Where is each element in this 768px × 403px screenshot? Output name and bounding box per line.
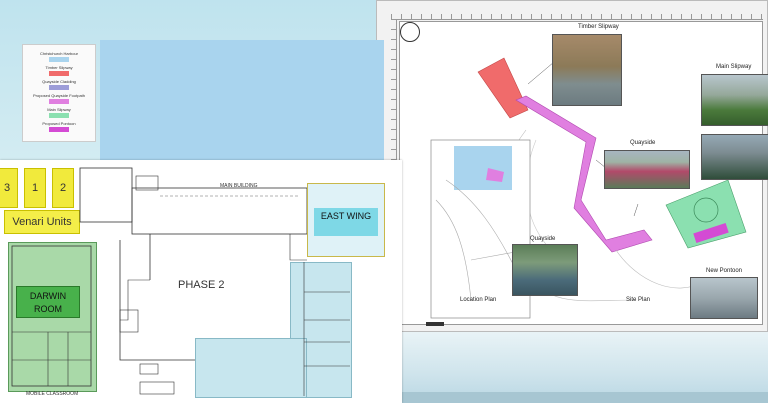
legend-swatch <box>49 71 69 76</box>
timber-slipway-label: Timber Slipway <box>578 24 619 30</box>
horizon-band <box>400 392 768 403</box>
legend-swatch <box>49 85 69 90</box>
main-building-label: MAIN BUILDING <box>220 183 258 189</box>
new-pontoon-label: New Pontoon <box>706 268 743 274</box>
east-wing-label: EAST WING <box>314 208 378 236</box>
quayside-photo <box>604 150 690 189</box>
legend-label-pontoon: Proposed Pontoon <box>42 121 76 126</box>
scale-bar <box>426 322 444 326</box>
callout-line <box>527 61 555 85</box>
location-plan-title: Location Plan <box>460 297 497 303</box>
legend-label-footpath: Proposed Quayside Footpath <box>32 93 86 98</box>
north-arrow-icon <box>400 22 420 42</box>
phase-2-label: PHASE 2 <box>178 279 225 291</box>
location-water <box>454 146 512 190</box>
site-legend: Christchurch Harbour Timber Slipway Quay… <box>22 44 96 142</box>
callout-line <box>633 203 639 217</box>
legend-swatch <box>49 127 69 132</box>
legend-label-slipway: Main Slipway <box>47 107 71 112</box>
site-plan-title: Site Plan <box>626 297 651 303</box>
legend-swatch <box>49 99 69 104</box>
quayside-photo-2 <box>512 244 578 296</box>
main-slipway-photo <box>701 74 768 126</box>
phase2-room-walls <box>303 262 350 396</box>
main-slipway-label: Main Slipway <box>716 64 752 70</box>
quayside-label: Quayside <box>630 140 656 146</box>
legend-label-timber: Timber Slipway <box>45 65 73 70</box>
timber-slipway-photo <box>552 34 622 106</box>
legend-swatch <box>49 57 69 62</box>
timber-slipway-area <box>477 57 529 119</box>
legend-swatch <box>49 113 69 118</box>
legend-label-cladding: Quayside Cladding <box>42 79 76 84</box>
new-pontoon-photo <box>690 277 758 319</box>
quayside-label-2: Quayside <box>530 236 556 242</box>
main-slipway-photo-2 <box>701 134 768 180</box>
legend-label-harbour: Christchurch Harbour <box>39 51 78 56</box>
